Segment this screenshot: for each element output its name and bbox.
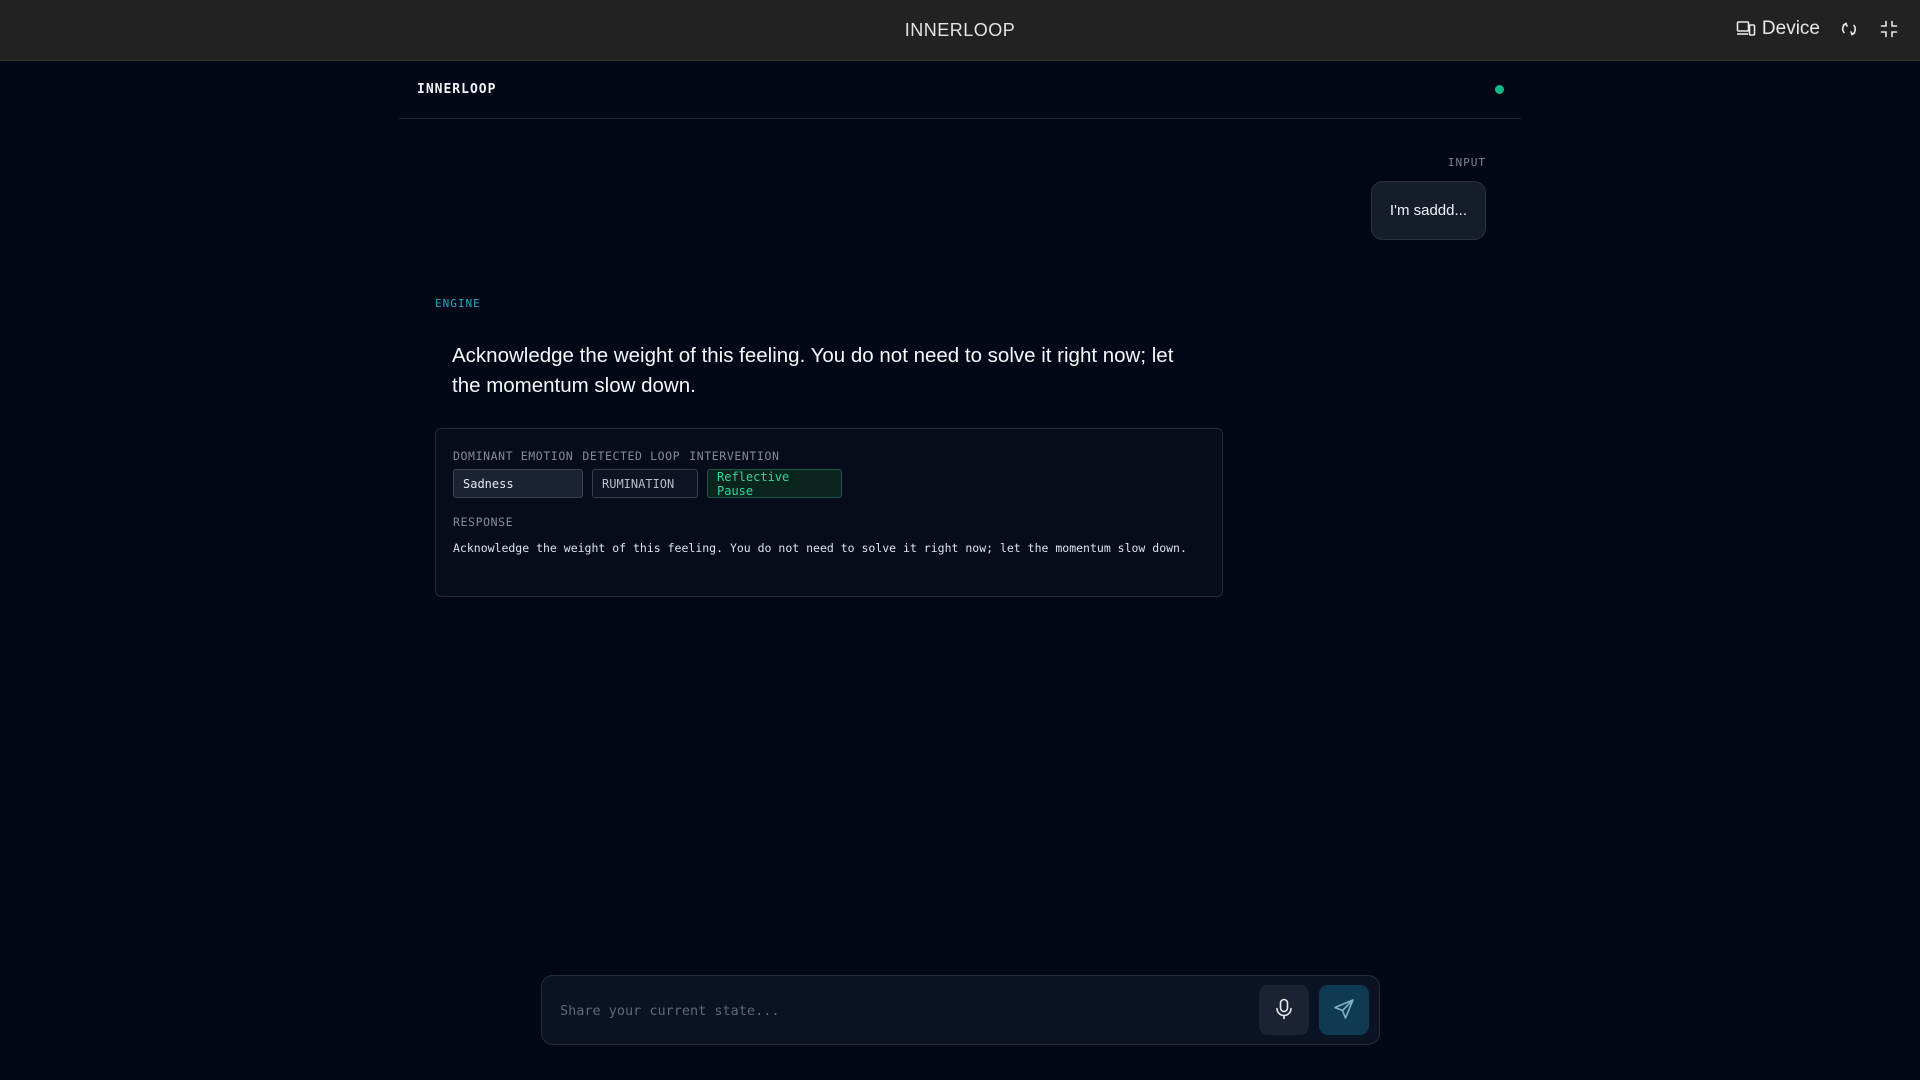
user-message-label: INPUT (1447, 156, 1486, 169)
intervention-label: INTERVENTION (689, 449, 780, 463)
fullscreen-icon[interactable] (1878, 18, 1900, 40)
rotate-icon[interactable] (1838, 18, 1860, 40)
engine-message-label: ENGINE (435, 297, 481, 310)
engine-message: Acknowledge the weight of this feeling. … (452, 344, 1174, 397)
microphone-button[interactable] (1259, 985, 1309, 1035)
microphone-icon (1274, 998, 1294, 1023)
app-brand: INNERLOOP (417, 82, 497, 97)
emotion-chip: Sadness (453, 469, 583, 498)
loop-label: DETECTED LOOP (582, 449, 681, 463)
analysis-labels: DOMINANT EMOTION DETECTED LOOP INTERVENT… (453, 449, 780, 463)
browser-toolbar: INNERLOOP Device (0, 0, 1920, 61)
message-composer (541, 975, 1380, 1045)
window-title: INNERLOOP (904, 20, 1016, 40)
app-frame: INNERLOOP INPUT I'm saddd... ENGINE Ackn… (399, 61, 1521, 1080)
response-text: Acknowledge the weight of this feeling. … (453, 541, 1187, 555)
analysis-chips: Sadness RUMINATION Reflective Pause (453, 469, 842, 498)
emotion-label: DOMINANT EMOTION (453, 449, 574, 463)
analysis-card: DOMINANT EMOTION DETECTED LOOP INTERVENT… (435, 428, 1223, 597)
message-input[interactable] (560, 988, 1220, 1034)
loop-chip: RUMINATION (592, 469, 698, 498)
status-indicator (1495, 85, 1504, 94)
send-button[interactable] (1319, 985, 1369, 1035)
send-icon (1333, 998, 1355, 1023)
device-label: Device (1761, 18, 1820, 39)
intervention-chip: Reflective Pause (707, 469, 842, 498)
response-label: RESPONSE (453, 515, 514, 529)
user-message-bubble: I'm saddd... (1370, 181, 1486, 240)
toolbar-actions: Device (1736, 18, 1900, 40)
device-icon (1736, 20, 1756, 38)
device-button[interactable]: Device (1736, 18, 1820, 40)
app-header: INNERLOOP (399, 61, 1521, 119)
